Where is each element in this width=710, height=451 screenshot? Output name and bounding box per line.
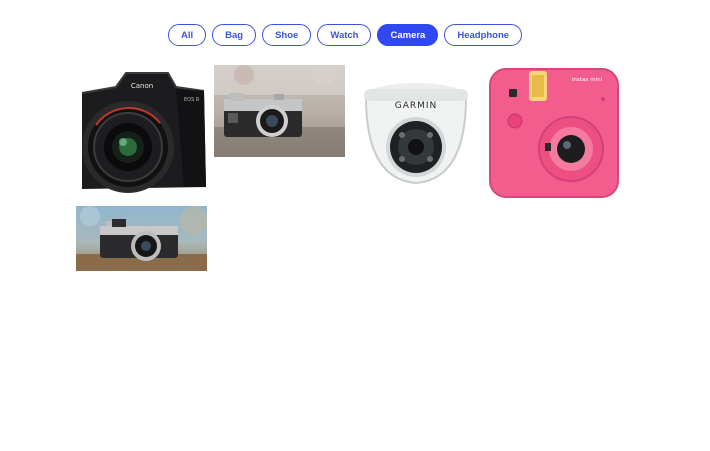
instax-camera-image: instax mini	[487, 63, 620, 198]
product-tile-canon-camera[interactable]: Canon EOS R	[76, 65, 208, 195]
vintage-camera-image	[214, 65, 345, 157]
filter-all-button[interactable]: All	[168, 24, 207, 46]
canon-brand-text: Canon	[131, 82, 153, 90]
mirrorless-camera-image	[76, 206, 207, 271]
canon-model-text: EOS R	[184, 97, 200, 103]
instax-brand-text: instax mini	[572, 77, 603, 83]
product-gallery-page: All Bag Shoe Watch Camera Headphone Cano…	[0, 0, 710, 451]
filter-headphone-button[interactable]: Headphone	[444, 24, 523, 46]
garmin-brand-text: GARMIN	[395, 101, 438, 111]
filter-watch-button[interactable]: Watch	[317, 24, 372, 46]
product-tile-vintage-camera[interactable]	[214, 65, 345, 157]
filter-camera-button[interactable]: Camera	[377, 24, 439, 46]
canon-camera-image: Canon EOS R	[76, 65, 208, 195]
product-tile-garmin-camera[interactable]: GARMIN	[360, 75, 472, 187]
garmin-camera-image: GARMIN	[360, 75, 472, 187]
filter-bag-button[interactable]: Bag	[212, 24, 257, 46]
filter-shoe-button[interactable]: Shoe	[262, 24, 312, 46]
category-filter-bar: All Bag Shoe Watch Camera Headphone	[168, 24, 523, 46]
product-tile-mirrorless-camera[interactable]	[76, 206, 207, 271]
product-tile-instax-camera[interactable]: instax mini	[487, 63, 620, 198]
